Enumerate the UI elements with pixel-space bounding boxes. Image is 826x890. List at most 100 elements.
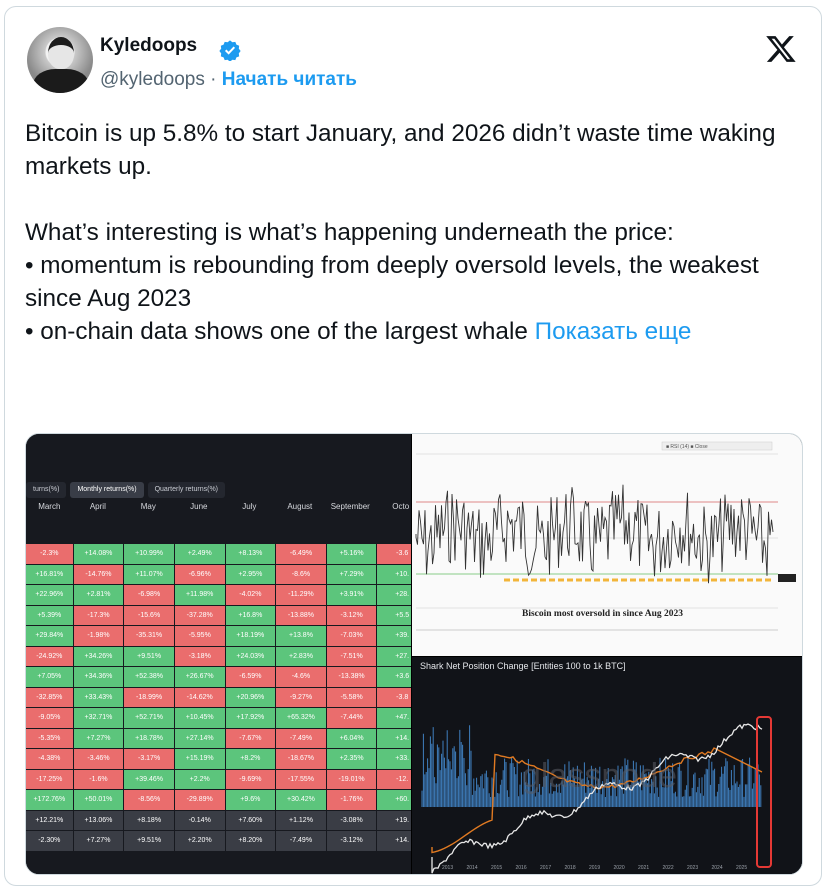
- table-cell: +2.49%: [174, 544, 225, 564]
- table-cell: +11.98%: [174, 585, 225, 605]
- table-cell: -7.49%: [276, 831, 326, 851]
- table-cell: +2.81%: [73, 585, 124, 605]
- table-cell: -3.18%: [174, 646, 225, 666]
- year-tick-label: 2019: [589, 865, 600, 871]
- author-name[interactable]: Kyledoops: [100, 35, 197, 57]
- table-cell: -19.01%: [326, 769, 377, 789]
- tweet-text: Bitcoin is up 5.8% to start January, and…: [25, 117, 805, 348]
- month-header: Octo: [392, 502, 410, 511]
- table-cell: -29.89%: [174, 790, 225, 810]
- table-cell: -3.46%: [73, 749, 124, 769]
- year-tick-label: 2022: [663, 865, 674, 871]
- year-tick-label: 2025: [736, 865, 747, 871]
- table-cell: -1.76%: [326, 790, 377, 810]
- average-row: -2.30% +7.27% +9.51% +2.20% +8.20% -7.49% -3.1…: [26, 831, 411, 852]
- table-cell: -6.59%: [225, 667, 276, 687]
- table-cell: +10.99%: [124, 544, 174, 564]
- avatar[interactable]: [27, 27, 93, 93]
- table-cell: +33.: [377, 749, 411, 769]
- table-row: -24.92% +34.26% +9.51% -3.18% +24.03% +2.83% -…: [26, 646, 411, 668]
- table-cell: -3.08%: [326, 810, 377, 830]
- table-cell: +16.81%: [26, 564, 73, 584]
- year-tick-label: 2013: [442, 865, 453, 871]
- shark-position-chart[interactable]: glassnode 2013 2014 2015 2016 2017 2018 2019 20…: [412, 657, 802, 874]
- table-cell: +14.: [377, 728, 411, 748]
- table-row: -4.38% -3.46% -3.17% +15.19% +8.2% -18.67% +2.…: [26, 749, 411, 770]
- table-cell: -8.6%: [276, 564, 326, 584]
- month-header: April: [89, 502, 106, 511]
- table-cell: +24.03%: [225, 646, 276, 666]
- table-cell: -7.67%: [225, 728, 276, 748]
- table-cell: +7.60%: [225, 810, 276, 830]
- table-row: +16.81% -14.76% +11.07% -6.96% +2.95% -8.6% +7…: [26, 564, 411, 586]
- table-cell: -13.88%: [276, 605, 326, 625]
- heatmap-tab[interactable]: turns(%): [26, 482, 67, 498]
- media-grid[interactable]: turns(%) Monthly returns(%) Quarterly retu…: [25, 433, 803, 875]
- table-cell: -5.35%: [26, 728, 73, 748]
- table-cell: +2.83%: [276, 646, 326, 666]
- table-cell: -11.29%: [276, 585, 326, 605]
- year-tick-label: 2021: [638, 865, 649, 871]
- table-cell: -15.6%: [124, 605, 174, 625]
- year-tick-label: 2020: [614, 865, 625, 871]
- table-cell: -18.67%: [276, 749, 326, 769]
- rsi-chart[interactable]: ■ RSI (14) ■ Close Biscoin most oversold…: [412, 434, 802, 656]
- year-tick-label: 2014: [467, 865, 478, 871]
- table-cell: +8.18%: [124, 810, 174, 830]
- table-cell: -9.27%: [276, 687, 326, 707]
- year-tick-label: 2015: [491, 865, 502, 871]
- table-cell: +32.71%: [73, 708, 124, 728]
- table-cell: +52.71%: [124, 708, 174, 728]
- table-cell: -17.55%: [276, 769, 326, 789]
- author-handle[interactable]: @kyledoops: [100, 69, 205, 90]
- table-cell: +8.2%: [225, 749, 276, 769]
- table-cell: +7.27%: [73, 728, 124, 748]
- x-logo-icon[interactable]: [765, 33, 797, 65]
- table-cell: +10.45%: [174, 708, 225, 728]
- table-cell: -8.56%: [124, 790, 174, 810]
- table-cell: -32.85%: [26, 687, 73, 707]
- table-cell: -35.31%: [124, 626, 174, 646]
- table-cell: -4.02%: [225, 585, 276, 605]
- month-header: August: [287, 502, 313, 511]
- table-cell: -14.76%: [73, 564, 124, 584]
- follow-button[interactable]: Начать читать: [222, 69, 357, 90]
- table-cell: -1.6%: [73, 769, 124, 789]
- table-row: +22.96% +2.81% -6.98% +11.98% -4.02% -11.29% +…: [26, 585, 411, 606]
- table-cell: -24.92%: [26, 646, 73, 666]
- table-cell: +7.29%: [326, 564, 377, 584]
- table-cell: +8.13%: [225, 544, 276, 564]
- table-cell: +11.07%: [124, 564, 174, 584]
- tweet-paragraph-1: Bitcoin is up 5.8% to start January, and…: [25, 120, 776, 180]
- heatmap-tab[interactable]: Quarterly returns(%): [147, 482, 225, 498]
- table-cell: +33.43%: [73, 687, 124, 707]
- table-cell: +3.91%: [326, 585, 377, 605]
- table-row: +172.76% +50.01% -8.56% -29.89% +9.6% +30.42%…: [26, 790, 411, 811]
- table-cell: -37.28%: [174, 605, 225, 625]
- year-tick-label: 2016: [516, 865, 527, 871]
- table-cell: +5.39%: [26, 605, 73, 625]
- table-cell: +26.67%: [174, 667, 225, 687]
- table-cell: -3.12%: [326, 605, 377, 625]
- table-cell: +13.06%: [73, 810, 124, 830]
- shark-chart-title: Shark Net Position Change [Entities 100 …: [420, 661, 626, 671]
- table-cell: +16.8%: [225, 605, 276, 625]
- table-cell: +17.92%: [225, 708, 276, 728]
- show-more-link[interactable]: Показать еще: [535, 318, 692, 345]
- table-cell: +27.14%: [174, 728, 225, 748]
- table-cell: -3.12%: [326, 831, 377, 851]
- month-header: July: [242, 502, 257, 511]
- table-cell: -18.99%: [124, 687, 174, 707]
- table-cell: -7.03%: [326, 626, 377, 646]
- table-cell: +47.: [377, 708, 411, 728]
- heatmap-tab[interactable]: Monthly returns(%): [70, 482, 144, 498]
- table-cell: +18.19%: [225, 626, 276, 646]
- table-row: +29.84% -1.98% -35.31% -5.95% +18.19% +13.8% -…: [26, 626, 411, 647]
- table-row: +7.05% +34.36% +52.38% +26.67% -6.59% -4.6% -1…: [26, 667, 411, 688]
- table-cell: +172.76%: [26, 790, 73, 810]
- table-cell: -7.51%: [326, 646, 377, 666]
- table-cell: +6.04%: [326, 728, 377, 748]
- tweet-paragraph-2: What’s interesting is what’s happening u…: [25, 219, 674, 246]
- monthly-returns-heatmap[interactable]: turns(%) Monthly returns(%) Quarterly retu…: [26, 434, 411, 874]
- table-cell: -4.6%: [276, 667, 326, 687]
